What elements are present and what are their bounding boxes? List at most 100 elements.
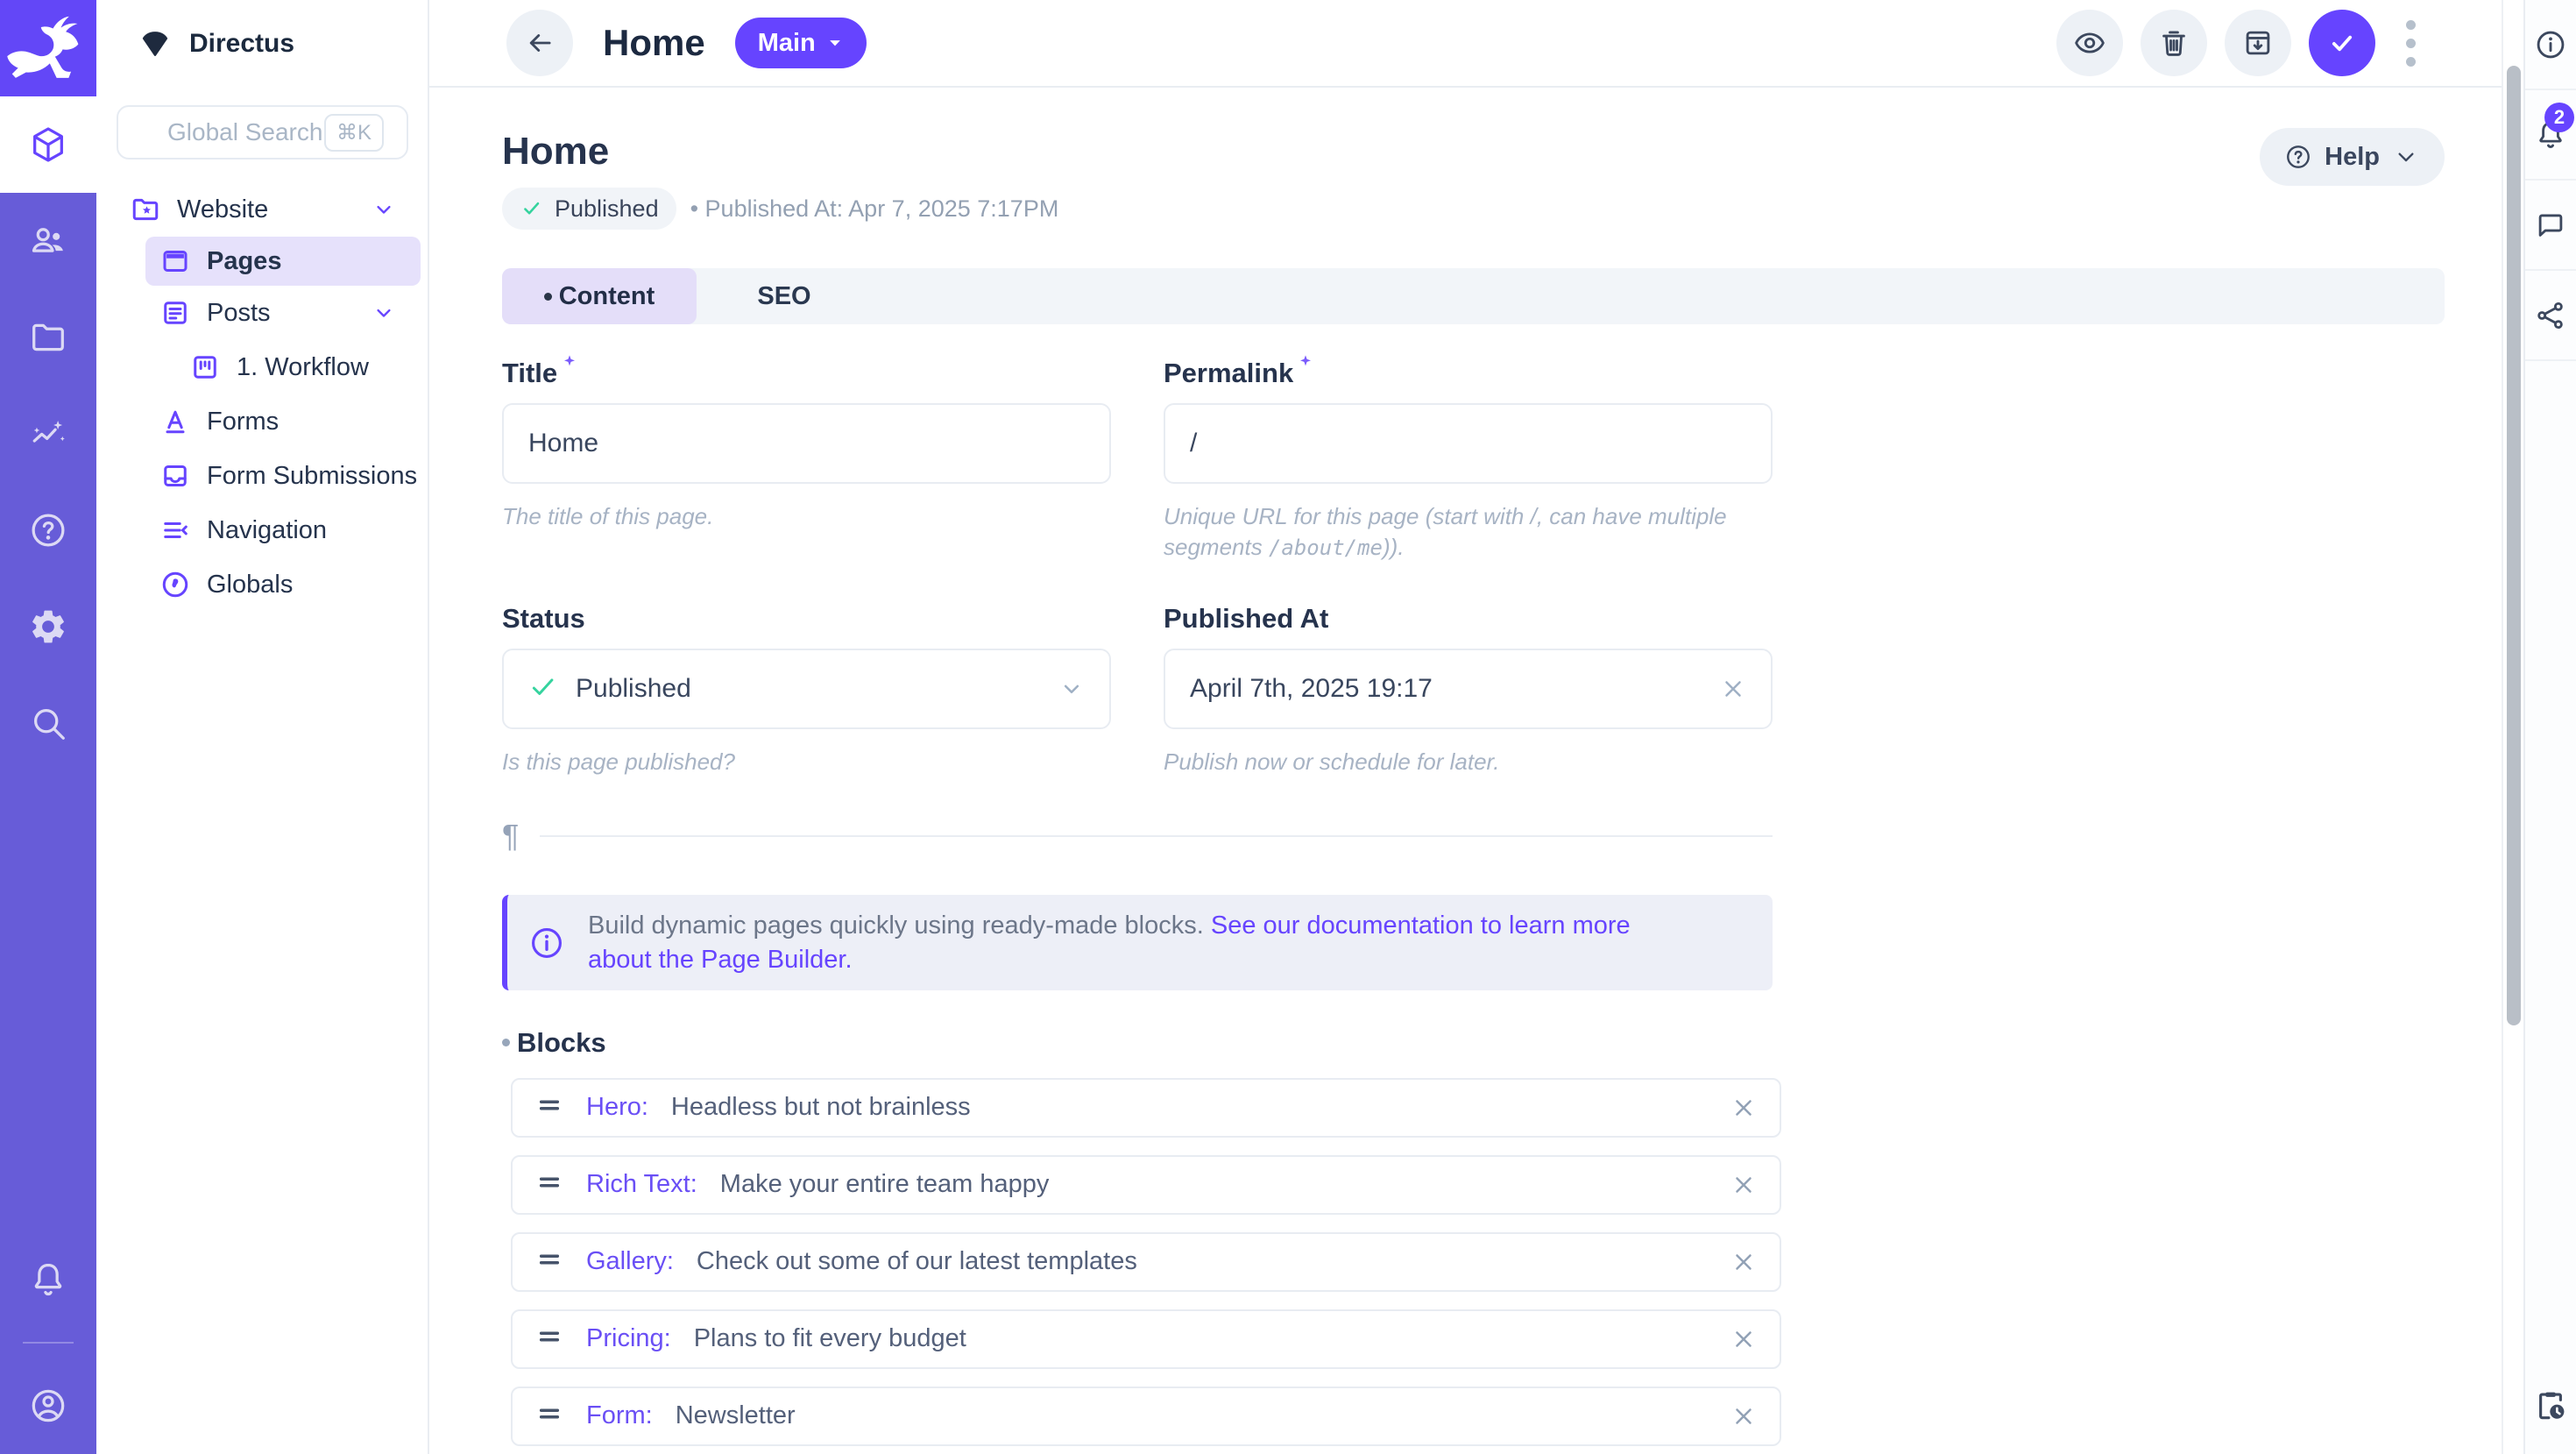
- block-type[interactable]: Rich Text:: [586, 1170, 697, 1199]
- clipboard-clock-icon: [2532, 1387, 2569, 1424]
- field-label-row: Status: [502, 603, 1111, 635]
- share-sidebar-button[interactable]: [2525, 271, 2576, 361]
- sidebar-item-globals[interactable]: Globals: [96, 557, 428, 612]
- delete-button[interactable]: [2141, 10, 2207, 76]
- version-menu-button[interactable]: Main: [735, 18, 867, 68]
- module-content[interactable]: [0, 96, 96, 193]
- help-icon: [2284, 143, 2312, 171]
- module-documentation[interactable]: [0, 482, 96, 578]
- block-row-rich-text[interactable]: Rich Text: Make your entire team happy: [511, 1155, 1781, 1215]
- archive-button[interactable]: [2225, 10, 2291, 76]
- blocks-list: Hero: Headless but not brainless Rich Te…: [511, 1078, 1781, 1446]
- collection-nav: Website Pages Posts: [96, 182, 428, 612]
- block-type[interactable]: Gallery:: [586, 1247, 674, 1276]
- block-type[interactable]: Pricing:: [586, 1324, 671, 1353]
- module-insights[interactable]: [0, 386, 96, 482]
- preview-button[interactable]: [2056, 10, 2123, 76]
- module-settings[interactable]: [0, 578, 96, 675]
- help-icon: [28, 510, 68, 550]
- field-label: Permalink: [1164, 358, 1293, 389]
- field-permalink: Permalink / Unique URL for this page (st…: [1164, 358, 1773, 563]
- notifications-button[interactable]: [0, 1231, 96, 1328]
- sidebar-item-website[interactable]: Website: [96, 182, 428, 237]
- remove-icon[interactable]: [1730, 1326, 1757, 1352]
- permalink-input[interactable]: /: [1164, 403, 1773, 484]
- section-divider: ¶: [502, 818, 1773, 855]
- block-type[interactable]: Hero:: [586, 1093, 648, 1122]
- tab-content[interactable]: Content: [502, 268, 697, 324]
- scrollbar-track[interactable]: [2502, 0, 2523, 1454]
- project-name: Directus: [189, 29, 294, 59]
- trash-icon: [2157, 26, 2190, 60]
- drag-handle-icon[interactable]: [535, 1400, 563, 1432]
- module-search[interactable]: [0, 675, 96, 771]
- form-fields: Title Home The title of this page. Perma…: [502, 358, 1773, 777]
- chevron-down-icon[interactable]: [372, 301, 396, 325]
- tab-seo[interactable]: SEO: [697, 268, 872, 324]
- directus-logo[interactable]: [0, 0, 96, 96]
- status-select-value: Published: [576, 674, 691, 704]
- back-button[interactable]: [506, 10, 573, 76]
- menu-open-icon: [159, 514, 191, 546]
- item-title-heading: Home: [502, 130, 2502, 174]
- paragraph-icon[interactable]: ¶: [502, 818, 519, 855]
- detail-tabs: Content SEO: [502, 268, 2445, 324]
- module-user-directory[interactable]: [0, 193, 96, 289]
- project-header[interactable]: Directus: [96, 0, 428, 88]
- tab-label: Content: [559, 282, 655, 311]
- help-button[interactable]: Help: [2260, 128, 2445, 186]
- info-sidebar-button[interactable]: [2525, 0, 2576, 90]
- published-at-value: April 7th, 2025 19:17: [1190, 674, 1433, 704]
- more-options-button[interactable]: [2393, 15, 2428, 71]
- field-note: Publish now or schedule for later.: [1164, 747, 1742, 777]
- sidebar-item-form-submissions[interactable]: Form Submissions: [96, 449, 428, 503]
- module-bar-spacer: [0, 771, 96, 1231]
- remove-icon[interactable]: [1730, 1403, 1757, 1429]
- block-row-gallery[interactable]: Gallery: Check out some of our latest te…: [511, 1232, 1781, 1292]
- info-icon: [2534, 28, 2567, 61]
- drag-handle-icon[interactable]: [535, 1168, 563, 1201]
- block-row-pricing[interactable]: Pricing: Plans to fit every budget: [511, 1309, 1781, 1369]
- comments-sidebar-button[interactable]: [2525, 181, 2576, 271]
- chevron-down-icon: [826, 34, 844, 52]
- sidebar-item-label: Posts: [207, 299, 271, 328]
- drag-handle-icon[interactable]: [535, 1245, 563, 1278]
- drag-handle-icon[interactable]: [535, 1323, 563, 1355]
- archive-icon: [2241, 26, 2275, 60]
- module-file-library[interactable]: [0, 289, 96, 386]
- clear-icon[interactable]: [1720, 676, 1746, 702]
- status-badge-label: Published: [555, 195, 659, 223]
- remove-icon[interactable]: [1730, 1172, 1757, 1198]
- sidebar-item-forms[interactable]: Forms: [96, 394, 428, 449]
- folder-star-icon: [130, 194, 161, 225]
- sidebar-item-posts[interactable]: Posts: [96, 286, 428, 340]
- field-label-row: Permalink: [1164, 358, 1773, 389]
- block-row-form[interactable]: Form: Newsletter: [511, 1387, 1781, 1446]
- status-select[interactable]: Published: [502, 649, 1111, 729]
- help-button-label: Help: [2325, 143, 2380, 172]
- block-row-hero[interactable]: Hero: Headless but not brainless: [511, 1078, 1781, 1138]
- revisions-sidebar-button[interactable]: [2525, 1358, 2576, 1454]
- remove-icon[interactable]: [1730, 1249, 1757, 1275]
- title-input[interactable]: Home: [502, 403, 1111, 484]
- published-at-input[interactable]: April 7th, 2025 19:17: [1164, 649, 1773, 729]
- account-button[interactable]: [0, 1358, 96, 1454]
- drag-handle-icon[interactable]: [535, 1091, 563, 1124]
- header-actions: [2056, 10, 2428, 76]
- remove-icon[interactable]: [1730, 1095, 1757, 1121]
- arrow-left-icon: [523, 26, 556, 60]
- rabbit-icon: [0, 0, 96, 96]
- global-search-input[interactable]: Global Search ⌘K: [117, 105, 408, 160]
- scrollbar-thumb[interactable]: [2507, 66, 2521, 1025]
- sidebar-item-workflow[interactable]: 1. Workflow: [96, 340, 428, 394]
- status-badge: Published: [502, 188, 676, 230]
- sidebar-item-pages[interactable]: Pages: [145, 237, 421, 286]
- save-button[interactable]: [2309, 10, 2375, 76]
- notifications-sidebar-button[interactable]: 2: [2525, 90, 2576, 181]
- field-title: Title Home The title of this page.: [502, 358, 1111, 563]
- module-bar: [0, 0, 96, 1454]
- sidebar-item-navigation[interactable]: Navigation: [96, 503, 428, 557]
- version-label: Main: [758, 29, 816, 58]
- block-type[interactable]: Form:: [586, 1401, 653, 1430]
- chevron-down-icon[interactable]: [372, 197, 396, 222]
